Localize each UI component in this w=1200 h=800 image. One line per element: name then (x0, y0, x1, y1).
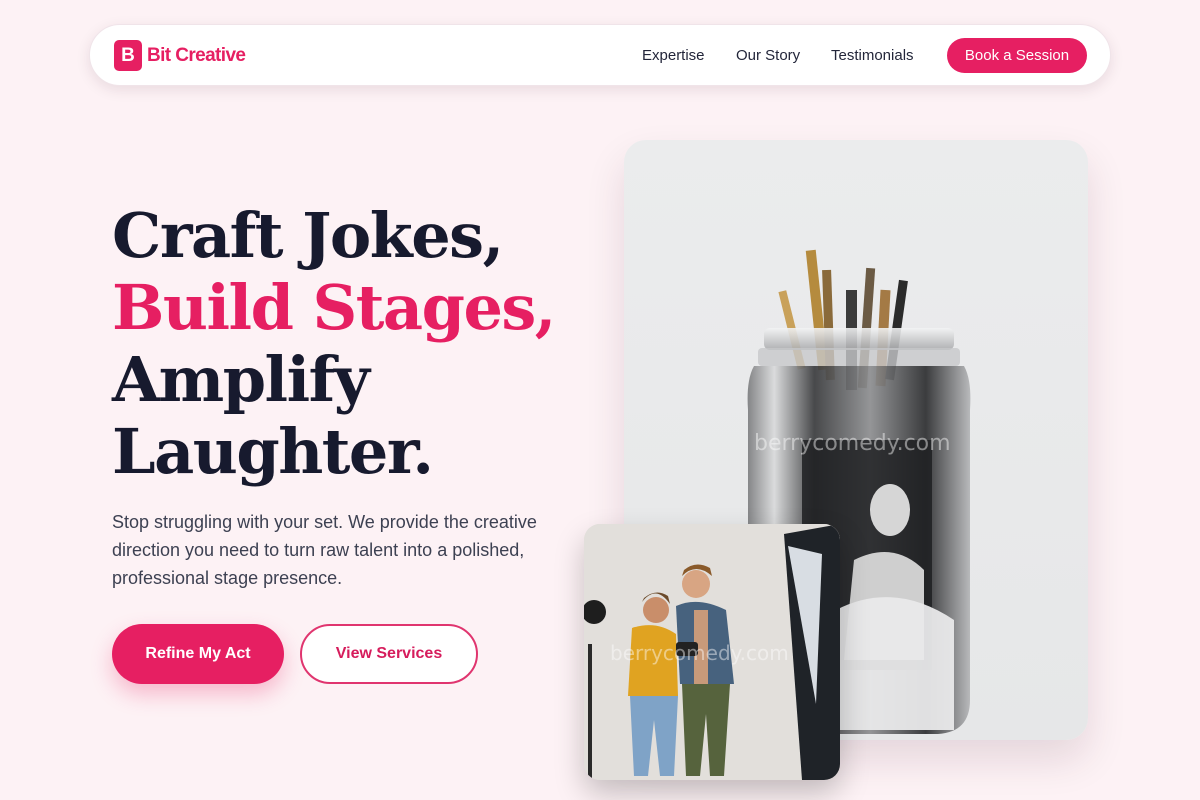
main-image-watermark: berrycomedy.com (754, 431, 951, 456)
hero-title-line-1: Craft Jokes, (112, 199, 504, 272)
brand-name: Bit Creative (147, 44, 246, 66)
landing-page: B Bit Creative Expertise Our Story Testi… (0, 0, 1200, 800)
photoshoot-photo-icon: berrycomedy.com (584, 524, 840, 780)
hero-title: Craft Jokes, Build Stages, Amplify Laugh… (112, 199, 556, 488)
hero-title-line-2: Build Stages, (112, 271, 556, 344)
refine-my-act-button[interactable]: Refine My Act (112, 624, 284, 684)
hero-title-line-3: Amplify (112, 343, 370, 416)
secondary-image-watermark: berrycomedy.com (610, 641, 789, 665)
hero-title-line-4: Laughter. (112, 415, 434, 488)
hero-subtitle: Stop struggling with your set. We provid… (112, 512, 537, 588)
brand-mark-icon: B (114, 40, 142, 71)
nav-link-expertise[interactable]: Expertise (642, 47, 705, 64)
navbar: B Bit Creative Expertise Our Story Testi… (89, 24, 1111, 86)
view-services-button[interactable]: View Services (300, 624, 478, 684)
hero-image-secondary: berrycomedy.com (584, 524, 840, 780)
nav-link-our-story[interactable]: Our Story (736, 47, 800, 64)
book-session-button[interactable]: Book a Session (947, 38, 1087, 73)
brand-logo[interactable]: B Bit Creative (114, 40, 246, 71)
nav-link-testimonials[interactable]: Testimonials (831, 47, 914, 64)
